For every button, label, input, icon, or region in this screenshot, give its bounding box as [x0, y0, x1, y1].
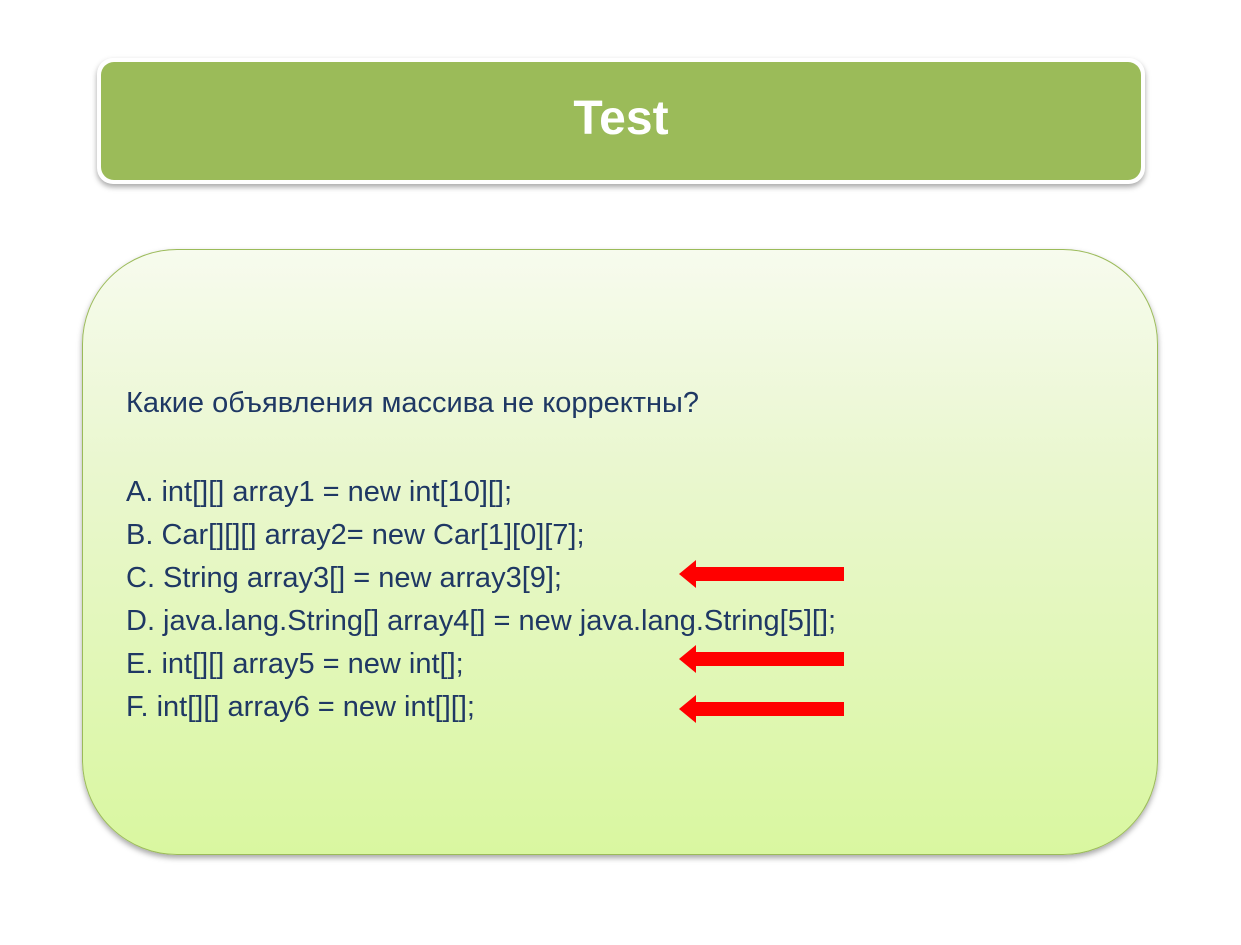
- option-d: D. java.lang.String[] array4[] = new jav…: [126, 605, 837, 637]
- answer-options: A. int[][] array1 = new int[10][]; B. Ca…: [126, 471, 836, 729]
- left-arrow-icon: [679, 560, 844, 588]
- title-banner-fill: Test: [101, 62, 1141, 180]
- slide: Test Какие объявления массива не коррект…: [0, 0, 1241, 945]
- title-banner: Test: [97, 58, 1145, 184]
- question-text: Какие объявления массива не корректны?: [126, 387, 700, 419]
- slide-title: Test: [573, 91, 669, 145]
- option-a: A. int[][] array1 = new int[10][];: [126, 476, 513, 508]
- left-arrow-icon: [679, 645, 844, 673]
- option-b: B. Car[][][] array2= new Car[1][0][7];: [126, 519, 585, 551]
- left-arrow-icon: [679, 695, 844, 723]
